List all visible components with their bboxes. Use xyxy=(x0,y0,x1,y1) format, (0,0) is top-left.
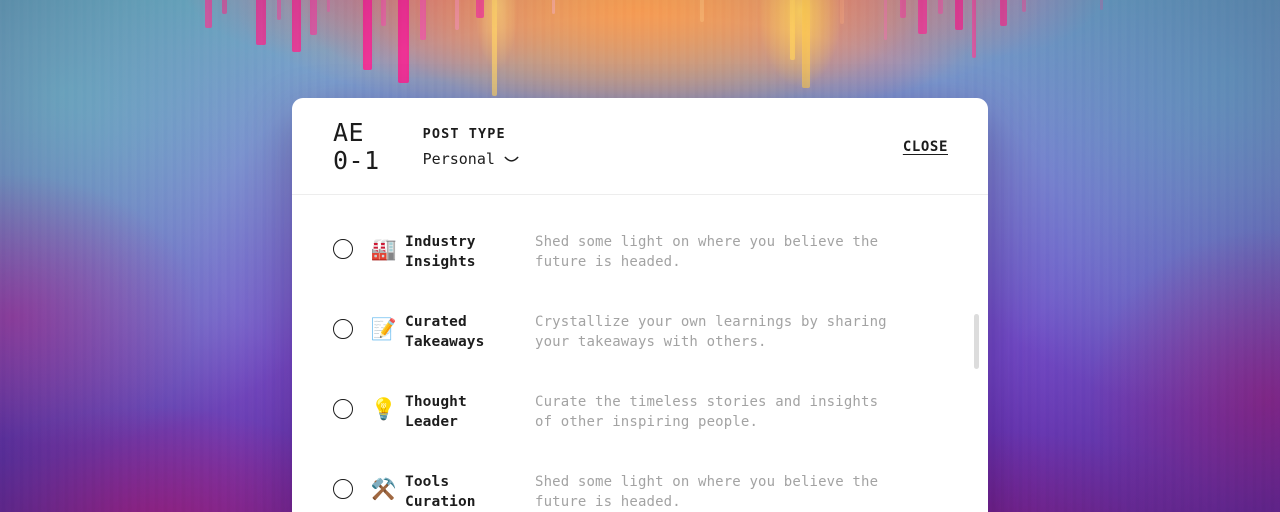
post-type-option-row[interactable]: ⚒️ Tools Curation Shed some light on where… xyxy=(292,462,988,512)
post-type-option-row[interactable]: 💡 Thought Leader Curate the timeless stori… xyxy=(292,382,988,462)
post-type-option-description: Crystallize your own learnings by sharin… xyxy=(535,314,887,350)
hammer-and-pick-emoji: ⚒️ xyxy=(370,477,398,501)
post-type-option-title: Industry Insights xyxy=(405,234,476,270)
post-type-radio[interactable] xyxy=(333,319,353,339)
post-type-option-title: Thought Leader xyxy=(405,394,467,430)
post-type-options-list[interactable]: 🏭 Industry Insights Shed some light on whe… xyxy=(292,195,988,512)
post-type-option-description: Shed some light on where you believe the… xyxy=(535,474,879,510)
post-type-label: POST TYPE xyxy=(422,126,506,142)
post-type-radio[interactable] xyxy=(333,479,353,499)
light-bulb-emoji: 💡 xyxy=(370,397,398,421)
chevron-down-icon xyxy=(504,150,519,169)
modal-header: AE 0-1 POST TYPE Personal CLOSE xyxy=(292,98,988,195)
post-type-option-title: Tools Curation xyxy=(405,474,476,510)
factory-emoji: 🏭 xyxy=(370,237,398,261)
post-type-modal: AE 0-1 POST TYPE Personal CLOSE 🏭 Industr… xyxy=(292,98,988,512)
post-type-selected-value: Personal xyxy=(422,150,495,168)
post-type-option-row[interactable]: 📝 Curated Takeaways Crystallize your own l… xyxy=(292,302,988,382)
options-scrollbar-thumb[interactable] xyxy=(974,314,979,369)
post-type-radio[interactable] xyxy=(333,239,353,259)
post-type-option-row[interactable]: 🏭 Industry Insights Shed some light on whe… xyxy=(292,222,988,302)
memo-emoji: 📝 xyxy=(370,317,398,341)
options-scrollbar-track[interactable] xyxy=(974,222,979,512)
post-type-option-description: Curate the timeless stories and insights… xyxy=(535,394,879,430)
close-button[interactable]: CLOSE xyxy=(903,139,948,155)
brand-logo: AE 0-1 xyxy=(333,118,380,175)
post-type-group: POST TYPE Personal xyxy=(423,125,519,169)
post-type-option-title: Curated Takeaways xyxy=(405,314,485,350)
post-type-dropdown[interactable]: Personal xyxy=(423,149,519,169)
post-type-option-description: Shed some light on where you believe the… xyxy=(535,234,879,270)
post-type-radio[interactable] xyxy=(333,399,353,419)
